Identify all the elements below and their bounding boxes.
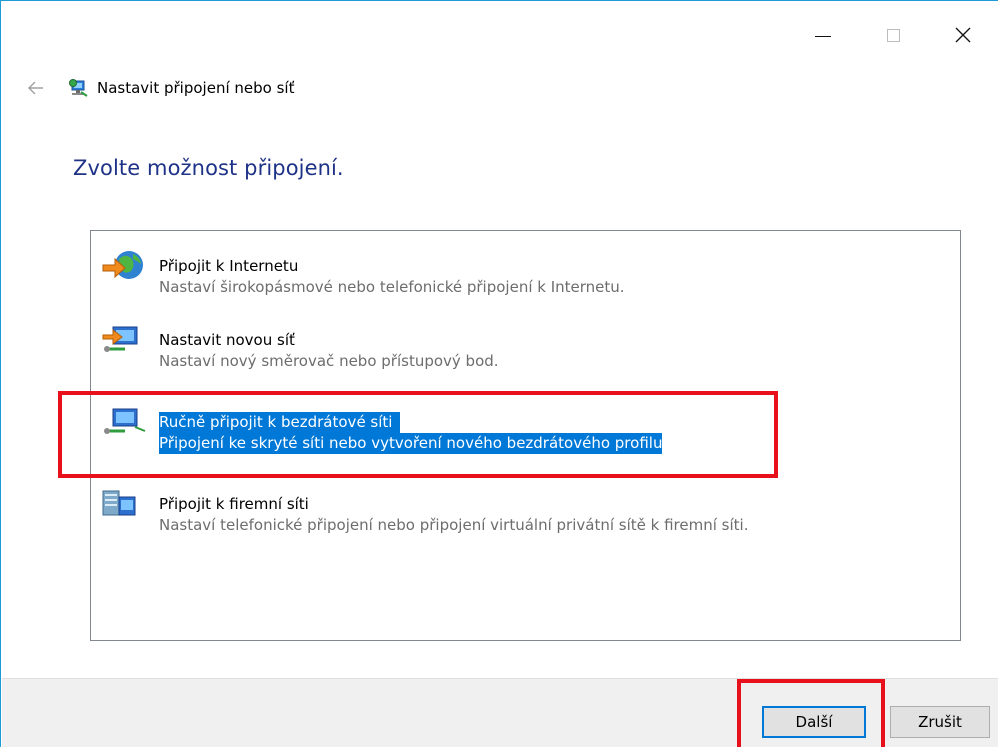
option-title: Připojit k Internetu [159,257,299,275]
globe-internet-icon [102,251,143,279]
network-setup-icon [69,79,88,97]
close-button[interactable] [928,11,998,59]
window-title: Nastavit připojení nebo síť [97,79,295,97]
option-workplace-network[interactable]: Připojit k firemní síti Nastaví telefoni… [95,469,748,536]
option-text: Připojit k firemní síti Nastaví telefoni… [159,469,748,536]
option-title: Připojit k firemní síti [159,495,309,513]
option-text: Ručně připojit k bezdrátové síti Připoje… [159,387,663,454]
new-network-icon [102,326,138,352]
close-icon [955,27,971,43]
wireless-network-icon [104,408,146,434]
option-text: Připojit k Internetu Nastaví širokopásmo… [159,231,625,298]
back-button[interactable] [21,73,51,103]
cancel-button[interactable]: Zrušit [890,706,990,738]
option-description: Připojení ke skryté síti nebo vytvoření … [159,433,663,454]
option-description: Nastaví nový směrovač nebo přístupový bo… [159,352,499,370]
option-title: Ručně připojit k bezdrátové síti [159,412,401,433]
option-manual-wireless[interactable]: Ručně připojit k bezdrátové síti Připoje… [95,387,663,454]
workplace-network-icon [102,490,136,516]
maximize-button[interactable] [858,11,928,59]
option-text: Nastavit novou síť Nastaví nový směrovač… [159,305,499,372]
title-bar-controls [788,11,998,59]
minimize-button[interactable] [788,11,858,59]
option-description: Nastaví širokopásmové nebo telefonické p… [159,278,625,296]
page-heading: Zvolte možnost připojení. [73,156,344,180]
next-button[interactable]: Další [762,706,866,738]
minimize-icon [815,35,831,37]
option-new-network[interactable]: Nastavit novou síť Nastaví nový směrovač… [95,305,499,372]
back-arrow-icon [28,81,43,95]
navigation-bar: Nastavit připojení nebo síť [21,73,294,103]
option-connect-internet[interactable]: Připojit k Internetu Nastaví širokopásmo… [95,231,625,298]
maximize-icon [886,28,900,42]
option-title: Nastavit novou síť [159,331,295,349]
option-description: Nastaví telefonické připojení nebo připo… [159,516,749,534]
connection-wizard-window: Nastavit připojení nebo síť Zvolte možno… [0,0,998,747]
connection-options-list[interactable]: Připojit k Internetu Nastaví širokopásmo… [90,230,961,641]
